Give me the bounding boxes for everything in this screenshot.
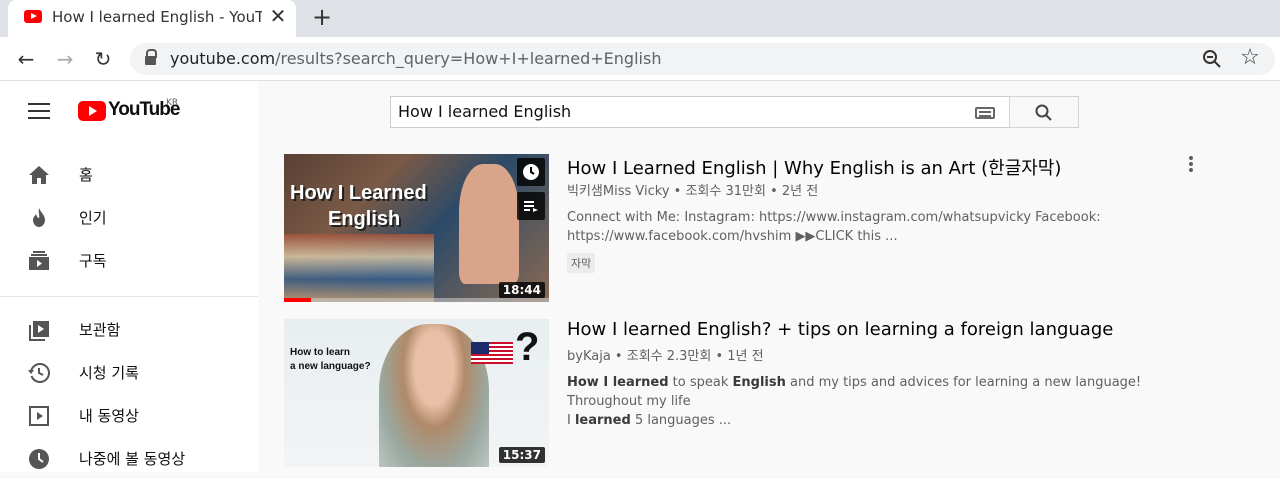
description-line: Connect with Me: Instagram: https://www.… (567, 210, 1101, 225)
browser-tab[interactable]: How I learned English - YouTube ✕ (8, 0, 296, 37)
new-tab-icon[interactable]: + (308, 3, 336, 31)
watch-later-button[interactable] (517, 158, 545, 186)
video-result[interactable]: How I Learned English 18:44 How I Learne… (284, 154, 1244, 302)
youtube-page: 홈 인기 구독 보관함 시청 기록 내 동영상 나중에 볼 동영상 YouTub… (0, 81, 1280, 472)
meta-separator: • (711, 349, 728, 364)
upload-age: 1년 전 (727, 349, 764, 364)
sidebar-item-trending[interactable]: 인기 (0, 198, 258, 238)
hamburger-menu-icon[interactable] (28, 103, 50, 119)
video-thumbnail[interactable]: How to learn a new language? ? 15:37 (284, 319, 549, 467)
search-query: How I learned English (398, 102, 572, 121)
subscriptions-icon (29, 251, 49, 270)
library-icon (29, 321, 49, 341)
video-description: How I learned to speak English and my ti… (567, 373, 1217, 430)
us-flag-icon (471, 342, 513, 364)
meta-separator: • (765, 184, 782, 199)
lock-icon[interactable] (145, 49, 157, 65)
sidebar-item-your-videos[interactable]: 내 동영상 (0, 396, 258, 436)
url-host: youtube.com (170, 49, 276, 68)
url-text[interactable]: youtube.com/results?search_query=How+I+l… (170, 49, 661, 68)
search-input[interactable]: How I learned English (390, 96, 1010, 128)
description-highlight: How I learned (567, 375, 669, 390)
view-count: 조회수 31만회 (685, 184, 766, 199)
sidebar-item-watch-later[interactable]: 나중에 볼 동영상 (0, 439, 258, 479)
thumb-caption: English (328, 208, 401, 230)
sidebar-item-home[interactable]: 홈 (0, 155, 258, 195)
video-duration: 18:44 (498, 282, 545, 298)
description-text: to speak (668, 375, 733, 390)
keyboard-icon[interactable] (975, 107, 995, 119)
video-meta: byKaja • 조회수 2.3만회 • 1년 전 (567, 345, 764, 364)
sidebar-item-library[interactable]: 보관함 (0, 310, 258, 350)
url-path: /results?search_query=How+I+learned+Engl… (275, 49, 662, 68)
youtube-play-icon (78, 101, 106, 121)
video-title[interactable]: How I learned English? + tips on learnin… (567, 319, 1113, 340)
watch-progress-bar (284, 298, 549, 302)
question-mark: ? (515, 325, 540, 369)
your-videos-icon (29, 406, 49, 426)
description-highlight: learned (574, 413, 631, 428)
browser-tabstrip: How I learned English - YouTube ✕ + (0, 0, 1280, 37)
clock-icon (523, 164, 539, 180)
close-tab-icon[interactable]: ✕ (266, 4, 290, 28)
description-highlight: English (732, 375, 786, 390)
sidebar-item-label: 보관함 (79, 321, 121, 339)
video-title[interactable]: How I Learned English | Why English is a… (567, 154, 1061, 180)
thumb-caption: How I Learned (290, 182, 427, 204)
description-text: 5 languages ... (630, 413, 732, 428)
thumb-caption: How to learn (290, 347, 351, 358)
reload-icon[interactable]: ↻ (91, 47, 115, 71)
sidebar-item-subscriptions[interactable]: 구독 (0, 241, 258, 281)
trending-icon (33, 208, 45, 227)
channel-name[interactable]: byKaja (567, 349, 611, 364)
description-line: How I learned to speak English and my ti… (567, 373, 1217, 411)
add-to-queue-button[interactable] (517, 192, 545, 220)
video-description: Connect with Me: Instagram: https://www.… (567, 208, 1217, 246)
browser-toolbar: ← → ↻ youtube.com/results?search_query=H… (0, 37, 1280, 81)
person-figure (459, 164, 519, 284)
forward-arrow-icon[interactable]: → (53, 47, 77, 71)
search-icon (1035, 104, 1052, 121)
meta-separator: • (610, 349, 627, 364)
masthead: YouTube KR How I learned English (0, 81, 1280, 141)
sidebar-item-label: 시청 기록 (79, 364, 139, 382)
address-bar[interactable]: youtube.com/results?search_query=How+I+l… (130, 43, 1275, 75)
video-thumbnail[interactable]: How I Learned English 18:44 (284, 154, 549, 302)
watch-progress-fill (284, 298, 311, 302)
video-result[interactable]: How to learn a new language? ? 15:37 How… (284, 319, 1244, 467)
youtube-logo[interactable]: YouTube KR (78, 98, 198, 123)
video-meta: 빅키샘Miss Vicky • 조회수 31만회 • 2년 전 (567, 180, 818, 199)
sidebar-item-label: 구독 (79, 252, 107, 270)
video-duration: 15:37 (498, 447, 545, 463)
books-stack (284, 234, 434, 302)
sidebar-item-label: 내 동영상 (79, 407, 139, 425)
tab-title: How I learned English - YouTube (52, 8, 262, 26)
channel-name[interactable]: 빅키샘Miss Vicky (567, 184, 670, 199)
description-line: https://www.facebook.com/hvshim ▶▶CLICK … (567, 229, 898, 244)
zoom-out-icon[interactable] (1202, 49, 1222, 69)
meta-separator: • (669, 184, 686, 199)
youtube-favicon-icon (24, 10, 42, 23)
view-count: 조회수 2.3만회 (626, 349, 712, 364)
upload-age: 2년 전 (781, 184, 819, 199)
description-text: I (567, 413, 575, 428)
history-icon (28, 362, 50, 383)
sidebar-item-label: 인기 (79, 209, 107, 227)
search-button[interactable] (1009, 96, 1079, 128)
sidebar-divider (0, 296, 258, 297)
subtitles-badge: 자막 (567, 253, 596, 273)
sidebar-item-history[interactable]: 시청 기록 (0, 353, 258, 393)
home-icon (29, 166, 49, 184)
watch-later-icon (29, 449, 49, 469)
sidebar-item-label: 홈 (79, 166, 93, 184)
back-arrow-icon[interactable]: ← (14, 47, 38, 71)
thumb-caption: a new language? (290, 361, 371, 372)
description-line: I learned 5 languages ... (567, 411, 1217, 430)
logo-region: KR (166, 98, 179, 108)
more-options-icon[interactable] (1184, 154, 1198, 174)
bookmark-star-icon[interactable]: ☆ (1238, 46, 1262, 70)
queue-icon (524, 201, 538, 212)
sidebar-item-label: 나중에 볼 동영상 (79, 450, 186, 468)
